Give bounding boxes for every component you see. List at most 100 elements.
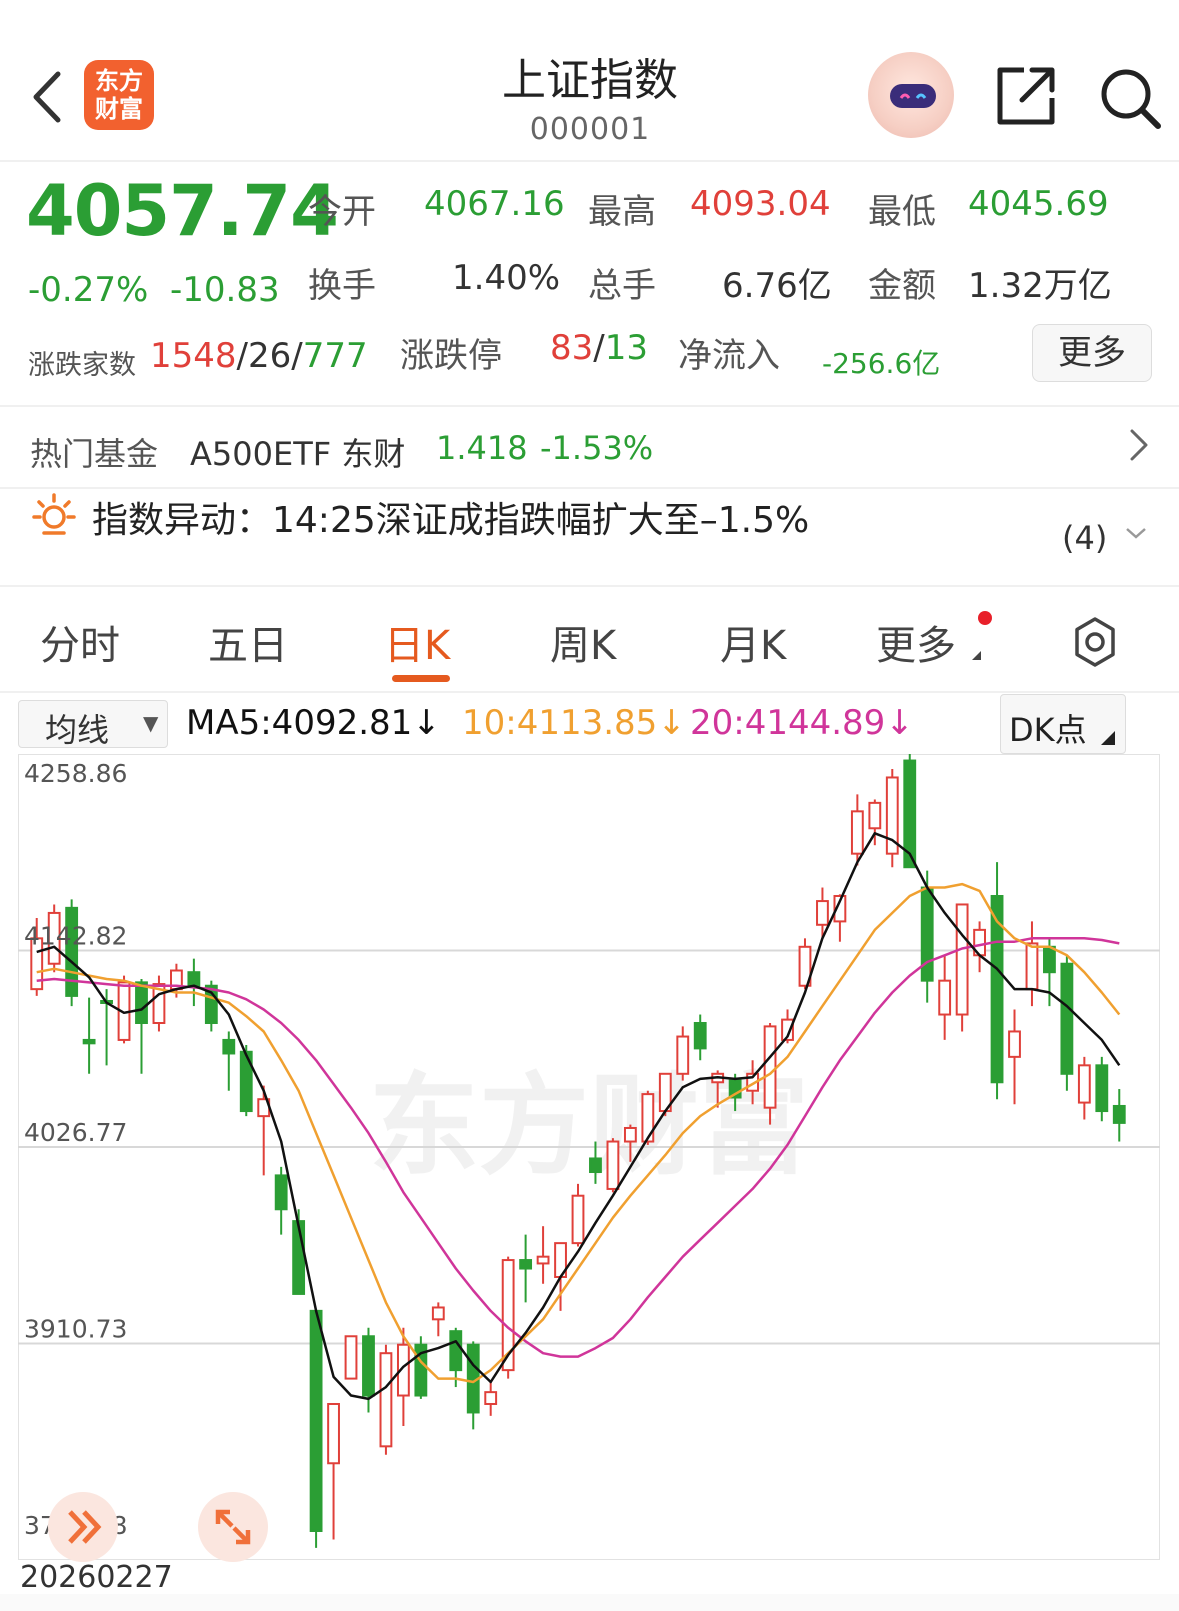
low-label: 最低 xyxy=(868,192,936,232)
candle xyxy=(344,1335,358,1380)
gear-icon[interactable] xyxy=(1068,615,1122,669)
kline-chart[interactable]: 东方财富 4258.864142.824026.773910.733794.68 xyxy=(17,753,1161,1562)
candle xyxy=(187,958,201,1007)
double-chevron-icon[interactable] xyxy=(48,1492,118,1562)
candle-body xyxy=(484,1391,498,1405)
change-amount: -10.83 xyxy=(170,270,280,310)
alert-count: (4) xyxy=(1062,519,1108,557)
candle xyxy=(414,1336,428,1399)
hot-fund-price: 1.418 xyxy=(436,429,528,467)
expand-arrows-icon[interactable] xyxy=(198,1492,268,1562)
dk-label: DK点 xyxy=(1009,711,1087,749)
turnover-label: 换手 xyxy=(308,266,376,306)
candle-body xyxy=(676,1035,690,1075)
limit-label: 涨跌停 xyxy=(400,336,502,376)
tab-more[interactable]: 更多 xyxy=(876,613,956,671)
candle-body xyxy=(1060,962,1074,1075)
change-percent: -0.27% xyxy=(28,270,149,310)
logo-line-1: 东方 xyxy=(95,67,143,95)
candle xyxy=(571,1183,585,1247)
search-icon[interactable] xyxy=(1096,64,1164,132)
candle xyxy=(1060,955,1074,1091)
netflow-label: 净流入 xyxy=(678,336,780,376)
candle-body xyxy=(327,1402,340,1465)
breadth-label: 涨跌家数 xyxy=(28,350,136,381)
candle xyxy=(1025,921,1039,1007)
volume-value: 6.76亿 xyxy=(722,266,832,306)
ma5-value: MA5:4092.81↓ xyxy=(186,703,441,743)
candle-body xyxy=(589,1157,602,1174)
candle-body xyxy=(920,886,934,982)
tab-intraday[interactable]: 分时 xyxy=(40,613,120,671)
chart-start-date: 20260227 xyxy=(20,1560,173,1595)
candle-body xyxy=(955,903,969,1016)
notification-dot xyxy=(978,611,992,625)
chart-watermark: 东方财富 xyxy=(369,1062,809,1190)
candle xyxy=(693,1014,707,1061)
candle xyxy=(82,997,96,1074)
candle xyxy=(466,1341,480,1430)
ma-indicator-select[interactable]: 均线 ▼ xyxy=(18,700,168,749)
ma-select-label: 均线 xyxy=(45,711,110,749)
robot-assistant-icon[interactable] xyxy=(868,52,954,138)
hot-fund-name: A500ETF 东财 xyxy=(190,435,406,473)
candle-body xyxy=(938,979,952,1016)
candle-body xyxy=(309,1309,323,1532)
candle xyxy=(1112,1089,1126,1142)
candle-body xyxy=(431,1306,445,1321)
amount-value: 1.32万亿 xyxy=(968,266,1112,306)
dropdown-arrow-icon: ▼ xyxy=(143,711,159,735)
tab-daily-k[interactable]: 日K xyxy=(384,613,450,671)
hot-fund-label: 热门基金 xyxy=(30,435,159,473)
candle-body xyxy=(1008,1030,1021,1058)
candle-body xyxy=(449,1330,463,1372)
candle-body xyxy=(763,1025,777,1109)
candle-body xyxy=(816,900,829,926)
active-tab-indicator xyxy=(392,675,450,682)
candle-body xyxy=(693,1021,707,1050)
app-logo: 东方 财富 xyxy=(84,60,154,130)
candle-body xyxy=(1077,1064,1091,1104)
chevron-down-icon[interactable] xyxy=(1124,521,1148,545)
chevron-right-icon xyxy=(1126,425,1152,474)
candle-body xyxy=(344,1335,358,1380)
candle-body xyxy=(1112,1104,1126,1124)
candle-body xyxy=(274,1174,288,1211)
y-tick-label: 4142.82 xyxy=(24,921,127,950)
logo-line-2: 财富 xyxy=(95,95,143,123)
app-header: 东方 财富 上证指数 000001 xyxy=(0,0,1179,162)
alert-text: 指数异动：14:25深证成指跌幅扩大至–1.5% xyxy=(92,500,810,541)
limit-down: 13 xyxy=(604,328,648,368)
more-quote-button[interactable]: 更多 xyxy=(1032,324,1152,382)
stock-code: 000001 xyxy=(529,112,651,147)
hot-fund-row[interactable]: 热门基金 A500ETF 东财 1.418 -1.53% xyxy=(0,407,1179,487)
breadth-flat: 26 xyxy=(248,336,292,376)
tab-monthly-k[interactable]: 月K xyxy=(720,613,786,671)
candle-body xyxy=(850,810,864,855)
tab-weekly-k[interactable]: 周K xyxy=(550,613,616,671)
open-label: 今开 xyxy=(308,192,376,232)
candle xyxy=(1008,1009,1021,1105)
last-price: 4057.74 xyxy=(26,170,339,252)
low-value: 4045.69 xyxy=(968,184,1109,224)
candle-body xyxy=(623,1126,637,1143)
y-tick-label: 4258.86 xyxy=(24,759,127,788)
tab-five-day[interactable]: 五日 xyxy=(208,613,288,671)
chevron-left-icon[interactable] xyxy=(26,62,76,132)
breadth-values: 1548/26/777 xyxy=(150,336,368,376)
candle xyxy=(65,899,79,1007)
candle xyxy=(135,978,148,1074)
candle xyxy=(431,1302,445,1337)
candle xyxy=(990,862,1004,1100)
candle xyxy=(222,1031,236,1091)
volume-label: 总手 xyxy=(588,266,656,306)
dk-point-button[interactable]: DK点 xyxy=(1000,694,1126,754)
index-alert-row[interactable]: 指数异动：14:25深证成指跌幅扩大至–1.5% (4) xyxy=(0,487,1179,587)
bottom-scroll-bar[interactable] xyxy=(0,1594,1179,1611)
high-value: 4093.04 xyxy=(690,184,831,224)
candle-body xyxy=(519,1259,533,1270)
dk-corner-marker xyxy=(1101,731,1115,745)
breadth-up: 1548 xyxy=(150,336,237,376)
share-icon[interactable] xyxy=(994,64,1058,128)
sun-alert-icon xyxy=(30,491,78,539)
